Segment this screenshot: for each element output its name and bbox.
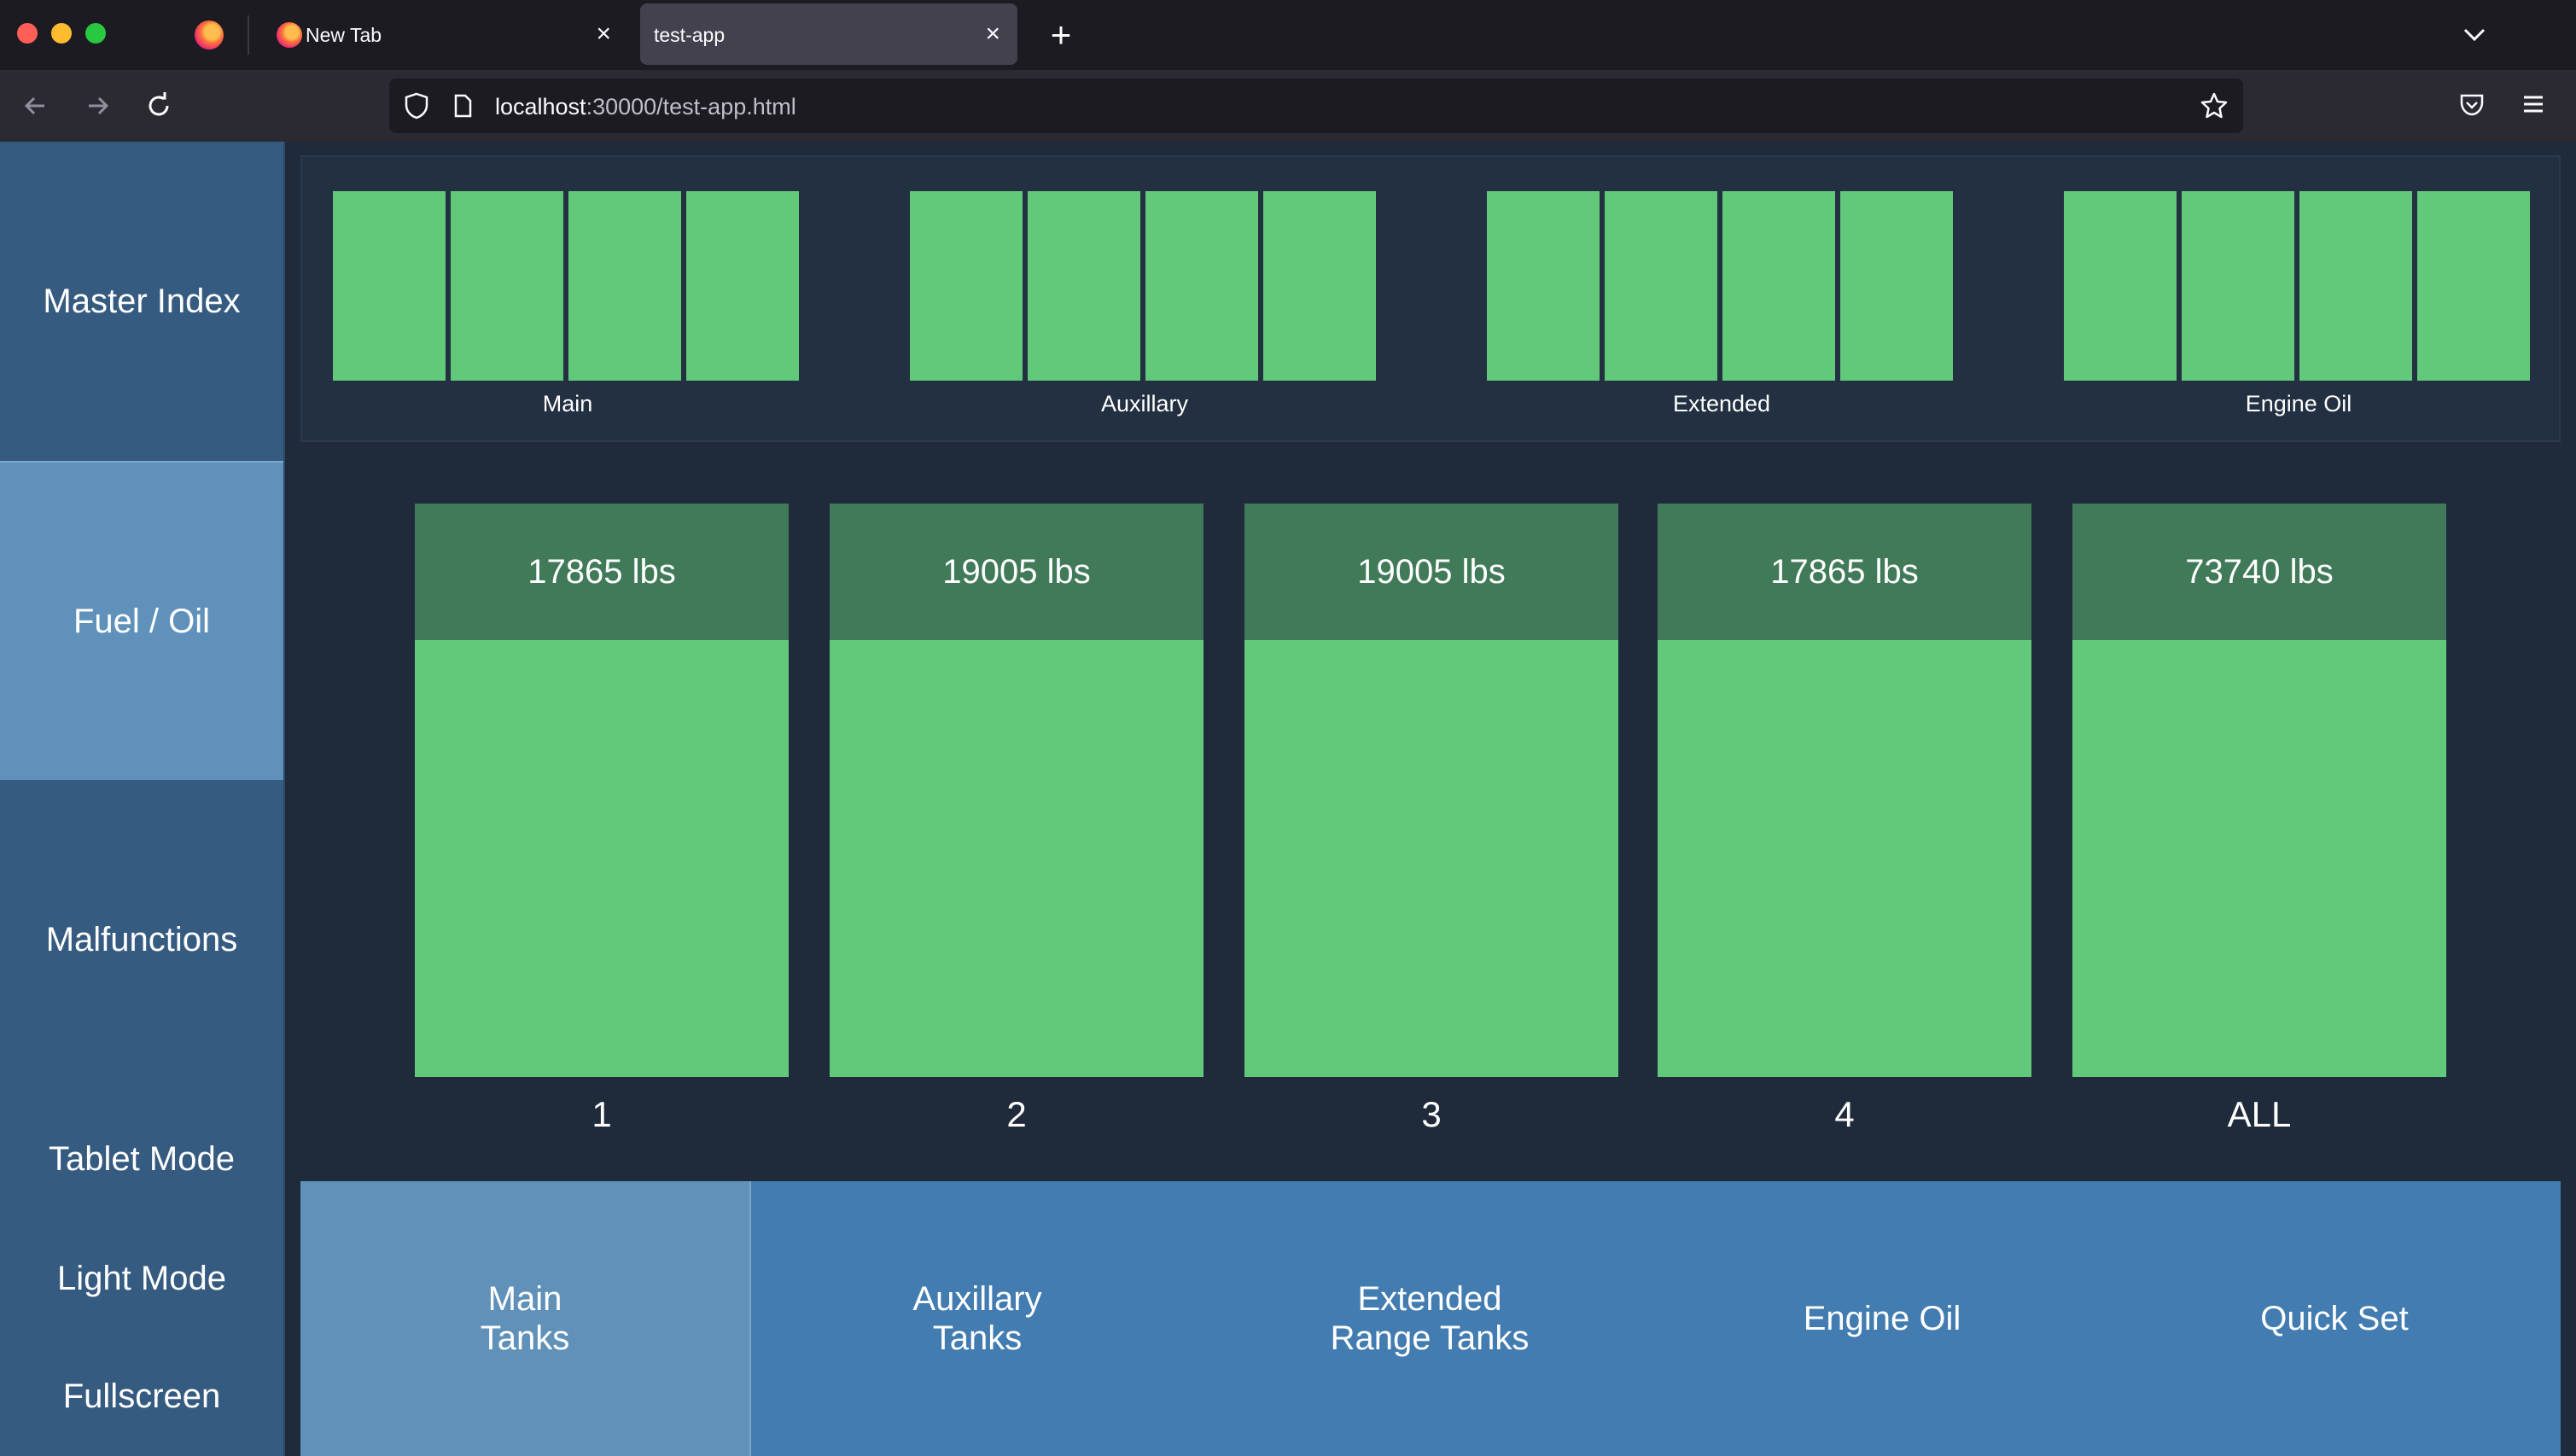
url-host: localhost	[495, 94, 586, 119]
tab-label: Quick Set	[2260, 1300, 2409, 1337]
fuel-oil-panel: Main Auxillary Extended Engine Oil 17865…	[285, 142, 2576, 1456]
pocket-icon[interactable]	[2455, 87, 2489, 121]
overview-cell	[333, 191, 446, 381]
tank-group-tabs: Main Tanks Auxillary Tanks Extended Rang…	[300, 1181, 2561, 1456]
overview-group-label: Auxillary	[1100, 391, 1189, 416]
tank-overview: Main Auxillary Extended Engine Oil	[300, 155, 2561, 442]
close-icon[interactable]: ×	[985, 19, 1000, 50]
overview-cell	[451, 191, 563, 381]
page-icon[interactable]	[449, 92, 476, 119]
overview-cell	[910, 191, 1023, 381]
tank-label: 3	[1421, 1094, 1442, 1134]
overview-cell	[1028, 191, 1140, 381]
overview-group-label: Main	[542, 391, 593, 416]
tab-label: Main Tanks	[480, 1280, 570, 1357]
sidebar-item-label: Fullscreen	[62, 1377, 221, 1415]
overview-cells	[2064, 191, 2533, 381]
tank-fill-bar	[1244, 640, 1618, 1077]
tab-bar: New Tab × test-app × +	[0, 0, 2576, 70]
maximize-window-button[interactable]	[85, 23, 106, 44]
tab-main-tanks[interactable]: Main Tanks	[300, 1181, 751, 1456]
sidebar-item-malfunctions[interactable]: Malfunctions	[0, 780, 283, 1099]
overview-cell	[1840, 191, 1953, 381]
tab-test-app[interactable]: test-app ×	[640, 3, 1017, 65]
bookmark-star-icon[interactable]	[2197, 89, 2231, 123]
tab-list-button[interactable]	[2457, 17, 2492, 53]
overview-cell	[568, 191, 681, 381]
close-window-button[interactable]	[17, 23, 38, 44]
back-button[interactable]	[15, 85, 56, 126]
tank-quantity: 73740 lbs	[2072, 504, 2446, 640]
overview-cells	[333, 191, 802, 381]
tank-quantity: 17865 lbs	[415, 504, 789, 640]
tab-label: Extended Range Tanks	[1330, 1280, 1530, 1357]
sidebar-item-label: Tablet Mode	[49, 1139, 235, 1178]
overview-cell	[1605, 191, 1717, 381]
sidebar-item-label: Malfunctions	[45, 920, 238, 958]
firefox-icon	[277, 22, 302, 48]
overview-cells	[1487, 191, 1956, 381]
shield-icon[interactable]	[401, 90, 432, 121]
overview-cell	[2299, 191, 2412, 381]
overview-cell	[1722, 191, 1835, 381]
app-root: Master Index Fuel / Oil Malfunctions Tab…	[0, 142, 2576, 1456]
tank-quantity: 19005 lbs	[1244, 504, 1618, 640]
minimize-window-button[interactable]	[51, 23, 72, 44]
chevron-down-icon	[2463, 28, 2486, 42]
tab-auxillary-tanks[interactable]: Auxillary Tanks	[751, 1181, 1203, 1456]
tab-new-tab[interactable]: New Tab ×	[253, 3, 628, 65]
overview-group-label: Extended	[1672, 391, 1771, 416]
address-bar[interactable]: localhost:30000/test-app.html	[389, 79, 2243, 133]
sidebar-item-master-index[interactable]: Master Index	[0, 142, 283, 461]
navigation-bar: localhost:30000/test-app.html	[0, 70, 2576, 142]
tank-fill-bar	[415, 640, 789, 1077]
overview-cell	[2417, 191, 2530, 381]
tank-quantity: 17865 lbs	[1658, 504, 2031, 640]
overview-cell	[1487, 191, 1600, 381]
tank-label: 2	[1006, 1094, 1027, 1134]
sidebar-item-label: Light Mode	[57, 1259, 226, 1297]
tank-fill-bar	[2072, 640, 2446, 1077]
hamburger-menu-icon[interactable]	[2516, 87, 2550, 121]
arrow-right-icon	[89, 96, 109, 115]
tab-label: Auxillary Tanks	[912, 1280, 1042, 1357]
tab-engine-oil[interactable]: Engine Oil	[1656, 1181, 2108, 1456]
url-text[interactable]: localhost:30000/test-app.html	[495, 94, 796, 120]
sidebar: Master Index Fuel / Oil Malfunctions Tab…	[0, 142, 285, 1456]
overview-group-label: Engine Oil	[2245, 391, 2352, 416]
sidebar-item-light-mode[interactable]: Light Mode	[0, 1219, 283, 1338]
overview-cell	[1145, 191, 1258, 381]
sidebar-item-fullscreen[interactable]: Fullscreen	[0, 1337, 283, 1456]
tank-label: 4	[1834, 1094, 1855, 1134]
browser-window: New Tab × test-app × + localhost:30000/t…	[0, 0, 2576, 1456]
overview-cell	[686, 191, 799, 381]
overview-cells	[910, 191, 1379, 381]
reload-icon	[149, 92, 169, 116]
tab-divider	[248, 15, 249, 55]
tank-fill-bar	[1658, 640, 2031, 1077]
arrow-left-icon	[24, 96, 44, 115]
close-icon[interactable]: ×	[596, 19, 611, 50]
tab-title: New Tab	[306, 24, 382, 46]
overview-cell	[2182, 191, 2294, 381]
firefox-icon	[195, 20, 224, 50]
sidebar-item-label: Master Index	[43, 282, 241, 320]
tank-fill-bar	[830, 640, 1203, 1077]
tank-quantity: 19005 lbs	[830, 504, 1203, 640]
reload-button[interactable]	[138, 85, 179, 126]
tab-extended-range-tanks[interactable]: Extended Range Tanks	[1203, 1181, 1656, 1456]
sidebar-item-fuel-oil[interactable]: Fuel / Oil	[0, 461, 283, 780]
tab-title: test-app	[654, 24, 726, 46]
tab-quick-set[interactable]: Quick Set	[2108, 1181, 2561, 1456]
sidebar-item-tablet-mode[interactable]: Tablet Mode	[0, 1099, 283, 1219]
sidebar-item-label: Fuel / Oil	[73, 602, 211, 640]
forward-button[interactable]	[77, 85, 118, 126]
tank-label: 1	[592, 1094, 612, 1134]
tab-label: Engine Oil	[1803, 1300, 1961, 1337]
url-path: :30000/test-app.html	[586, 94, 796, 119]
overview-cell	[2064, 191, 2177, 381]
tank-label: ALL	[2227, 1094, 2292, 1134]
new-tab-button[interactable]: +	[1040, 14, 1082, 56]
overview-cell	[1263, 191, 1376, 381]
